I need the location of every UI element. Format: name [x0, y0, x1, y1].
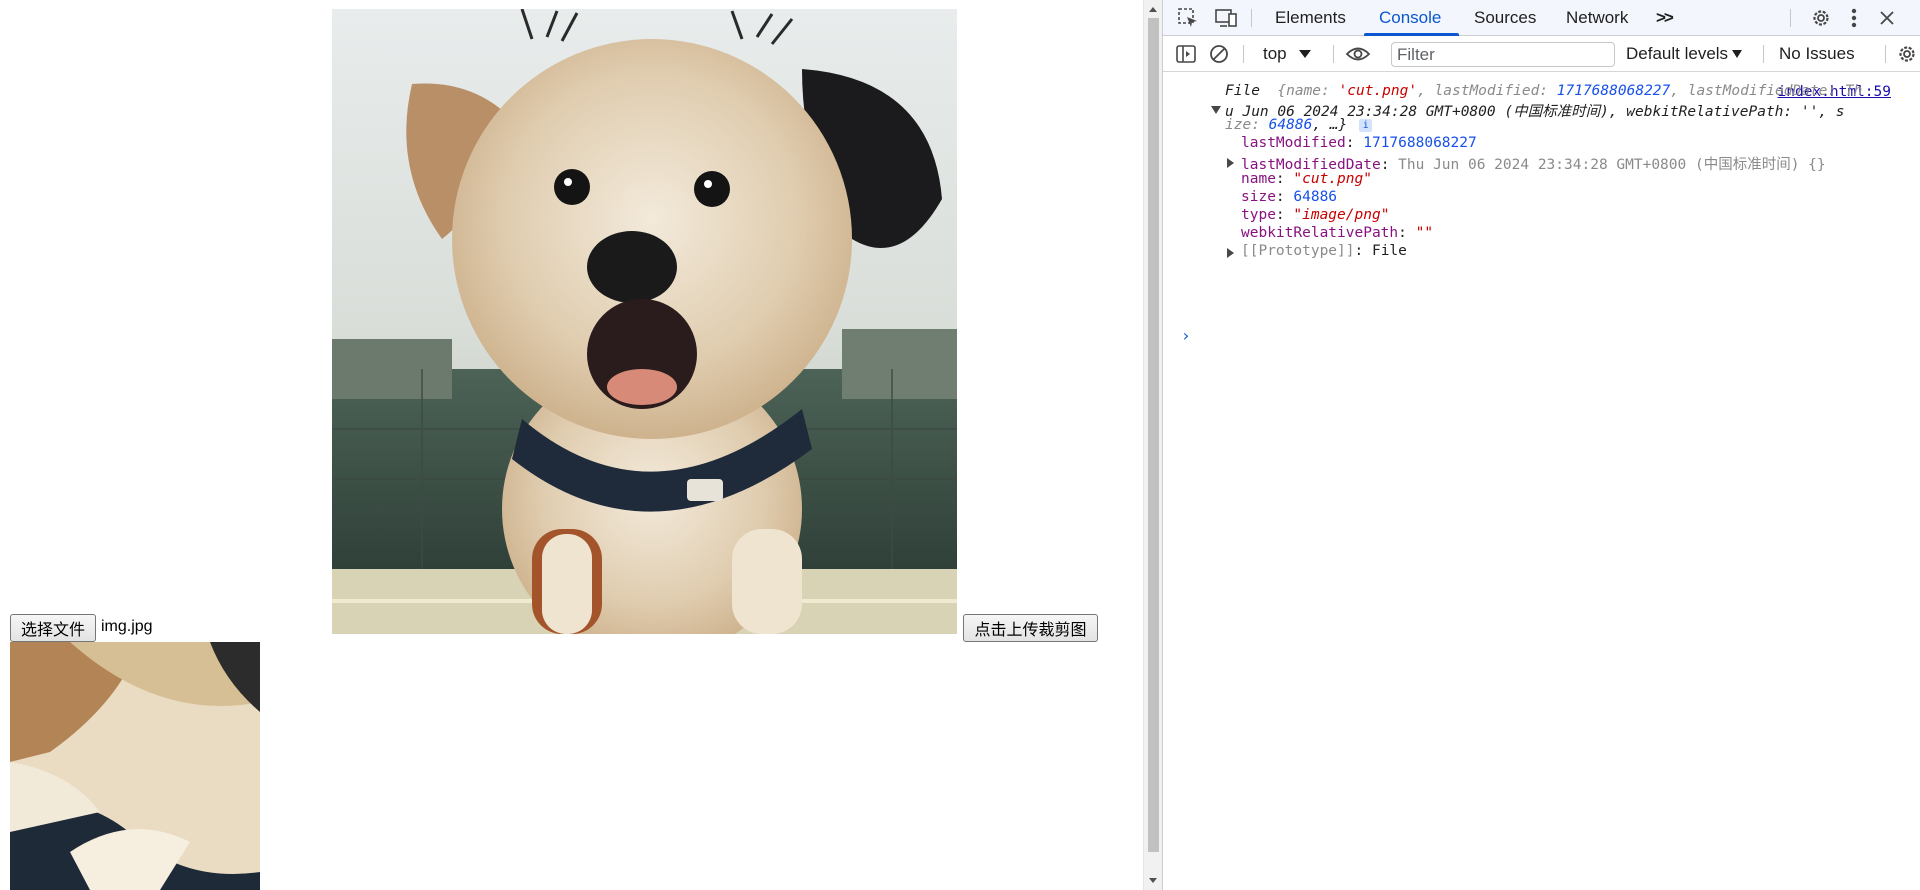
expand-triangle-icon[interactable] — [1227, 248, 1234, 258]
chevron-down-icon — [1732, 50, 1743, 58]
log-summary-line-3: ize: 64886, …} i — [1225, 117, 1373, 133]
log-levels-dropdown[interactable]: Default levels — [1626, 36, 1743, 72]
page-scroll-thumb[interactable] — [1148, 18, 1159, 852]
info-badge-icon[interactable]: i — [1359, 118, 1373, 132]
settings-gear-icon[interactable] — [1810, 7, 1832, 29]
page-viewport: 选择文件 img.jpg 点击上传裁剪图 — [0, 0, 1143, 890]
summary-text: , lastModifiedDate: Th — [1670, 83, 1863, 99]
summary-lastmodified-value: 1717688068227 — [1556, 83, 1671, 99]
prop-key: size — [1241, 189, 1276, 205]
devtools-panel: Elements Console Sources Network >> top … — [1162, 0, 1920, 890]
more-options-kebab-icon[interactable] — [1847, 7, 1861, 29]
prop-key: type — [1241, 207, 1276, 223]
scroll-down-arrow-icon[interactable] — [1149, 878, 1157, 883]
prop-value: "" — [1415, 225, 1434, 241]
inspect-element-icon[interactable] — [1177, 7, 1199, 29]
browser-window: 选择文件 img.jpg 点击上传裁剪图 Elements Console So… — [0, 0, 1920, 890]
device-toolbar-icon[interactable] — [1214, 7, 1238, 29]
prop-key: [[Prototype]] — [1241, 243, 1355, 259]
log-levels-label: Default levels — [1626, 44, 1729, 63]
console-prompt-icon[interactable]: › — [1181, 326, 1191, 345]
prop-row: lastModified: 1717688068227 — [1241, 135, 1477, 151]
log-object-type: File — [1225, 83, 1260, 99]
log-summary-line-1: File {name: 'cut.png', lastModified: 171… — [1225, 83, 1862, 99]
issues-counter[interactable]: No Issues — [1779, 36, 1855, 72]
prop-key: name — [1241, 171, 1276, 187]
prop-row: webkitRelativePath: "" — [1241, 225, 1434, 241]
tabbar-separator — [1790, 9, 1791, 27]
console-settings-gear-icon[interactable] — [1896, 43, 1918, 65]
prop-value: 1717688068227 — [1363, 135, 1477, 151]
prop-value: 64886 — [1293, 189, 1338, 205]
console-output: index.html:59 File {name: 'cut.png', las… — [1163, 72, 1920, 890]
prop-row[interactable]: [[Prototype]]: File — [1241, 243, 1407, 259]
cropped-preview — [10, 642, 260, 890]
more-tabs-icon[interactable]: >> — [1656, 0, 1674, 36]
selected-file-name: img.jpg — [101, 618, 153, 635]
expand-triangle-icon[interactable] — [1227, 158, 1234, 168]
summary-text: , lastModified: — [1417, 83, 1557, 99]
summary-name-value: 'cut.png' — [1338, 83, 1418, 99]
prop-key: webkitRelativePath — [1241, 225, 1399, 241]
tab-console[interactable]: Console — [1379, 0, 1441, 36]
tab-elements[interactable]: Elements — [1275, 0, 1346, 36]
toolbar-separator — [1763, 45, 1764, 63]
prop-value: Thu Jun 06 2024 23:34:28 GMT+0800 (中国标准时… — [1398, 157, 1826, 173]
context-selector[interactable]: top — [1263, 36, 1311, 72]
prop-value: "cut.png" — [1293, 171, 1372, 187]
dog-photo-drawing — [332, 9, 957, 634]
live-expression-eye-icon[interactable] — [1344, 43, 1372, 65]
prop-row: type: "image/png" — [1241, 207, 1390, 223]
choose-file-button[interactable]: 选择文件 — [10, 614, 96, 642]
devtools-tab-bar: Elements Console Sources Network >> — [1163, 0, 1920, 36]
clear-console-icon[interactable] — [1208, 43, 1230, 65]
toolbar-separator — [1243, 45, 1244, 63]
page-scrollbar[interactable] — [1143, 0, 1162, 890]
tabbar-separator — [1251, 9, 1252, 27]
tab-network[interactable]: Network — [1566, 0, 1628, 36]
chevron-down-icon — [1298, 50, 1311, 58]
show-sidebar-icon[interactable] — [1175, 43, 1197, 65]
scroll-up-arrow-icon[interactable] — [1149, 7, 1157, 12]
console-filter-input[interactable] — [1391, 42, 1615, 67]
summary-size-value: 64886 — [1268, 117, 1313, 133]
summary-text: , …} — [1312, 117, 1348, 133]
dog-photo — [332, 9, 957, 634]
context-selector-label: top — [1263, 44, 1287, 63]
prop-key: lastModified — [1241, 135, 1346, 151]
prop-value: File — [1371, 243, 1407, 259]
cropped-preview-drawing — [10, 642, 260, 890]
tab-sources[interactable]: Sources — [1474, 0, 1536, 36]
prop-row: name: "cut.png" — [1241, 171, 1372, 187]
close-devtools-icon[interactable] — [1876, 7, 1898, 29]
collapse-triangle-icon[interactable] — [1211, 106, 1221, 114]
prop-row: size: 64886 — [1241, 189, 1338, 205]
upload-crop-button[interactable]: 点击上传裁剪图 — [963, 614, 1098, 642]
prop-value: "image/png" — [1293, 207, 1390, 223]
toolbar-separator — [1885, 45, 1886, 63]
summary-text: ize: — [1225, 117, 1269, 133]
toolbar-separator — [1333, 45, 1334, 63]
summary-text: {name: — [1277, 83, 1339, 99]
